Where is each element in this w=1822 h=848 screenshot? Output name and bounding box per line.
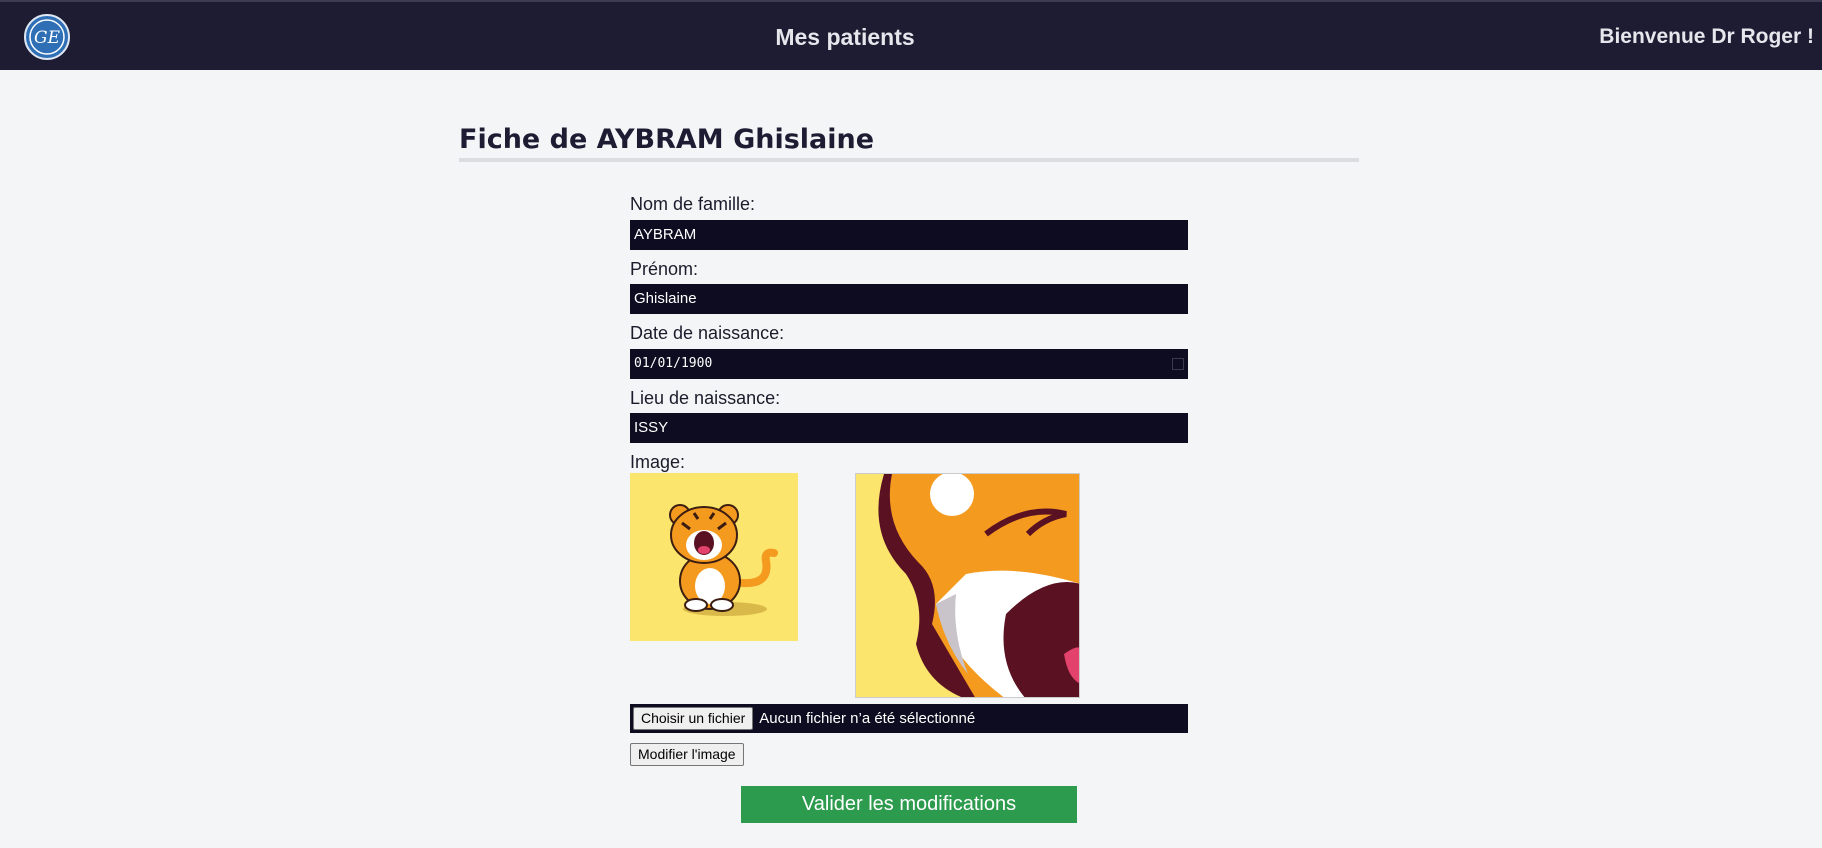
title-divider <box>459 158 1359 162</box>
calendar-icon[interactable] <box>1172 358 1184 370</box>
header-title[interactable]: Mes patients <box>0 24 1690 51</box>
file-upload-field: Choisir un fichier Aucun fichier n’a été… <box>630 704 1188 733</box>
choose-file-button[interactable]: Choisir un fichier <box>633 707 754 730</box>
page-title: Fiche de AYBRAM Ghislaine <box>459 124 875 155</box>
birth-date-label: Date de naissance: <box>630 323 785 343</box>
birth-place-input[interactable]: ISSY <box>630 413 1188 443</box>
submit-button[interactable]: Valider les modifications <box>741 786 1077 823</box>
patient-image-thumbnail[interactable] <box>630 473 798 641</box>
top-navbar: GE Mes patients Bienvenue Dr Roger ! <box>0 0 1822 70</box>
first-name-input[interactable]: Ghislaine <box>630 284 1188 314</box>
tiger-zoomed-icon <box>878 474 1079 697</box>
image-label: Image: <box>630 452 686 472</box>
birth-place-label: Lieu de naissance: <box>630 388 781 408</box>
file-status-text: Aucun fichier n’a été sélectionné <box>759 710 976 727</box>
first-name-label: Prénom: <box>630 259 699 279</box>
tiger-cartoon-icon <box>669 504 778 616</box>
image-crop-preview <box>855 473 1080 698</box>
birth-date-input[interactable]: 01/01/1900 <box>630 349 1188 379</box>
welcome-message: Bienvenue Dr Roger ! <box>1599 25 1814 48</box>
modify-image-button[interactable]: Modifier l'image <box>630 743 744 766</box>
birth-date-value: 01/01/1900 <box>634 356 713 371</box>
last-name-input[interactable]: AYBRAM <box>630 220 1188 250</box>
last-name-label: Nom de famille: <box>630 194 756 214</box>
